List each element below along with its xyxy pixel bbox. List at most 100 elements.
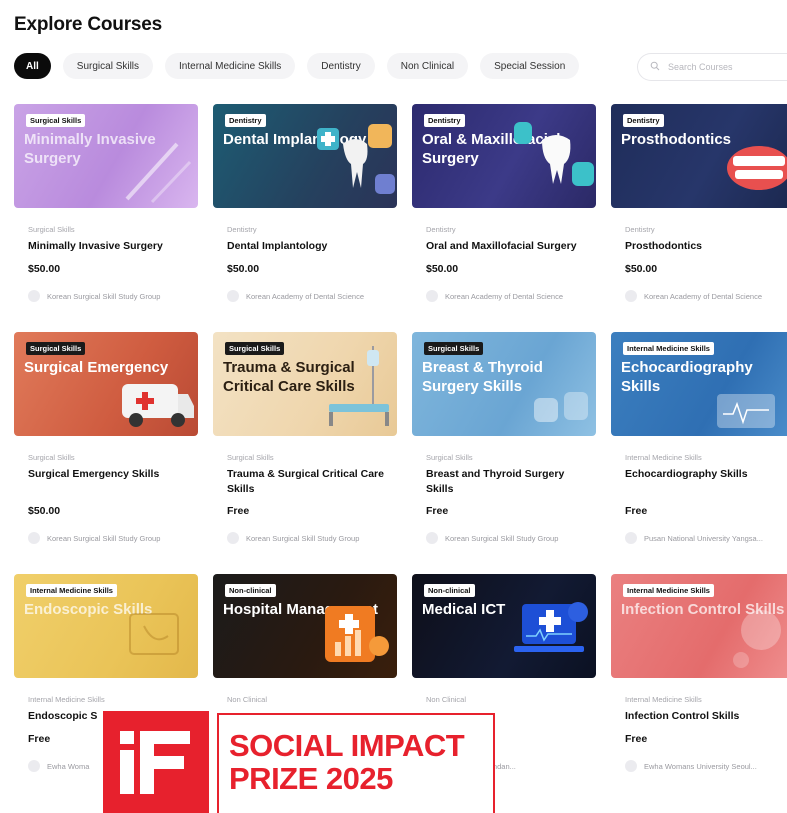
course-price: Free — [28, 733, 51, 745]
course-instructor: Korean Academy of Dental Science — [426, 290, 563, 302]
course-title: Breast and Thyroid Surgery Skills — [426, 468, 565, 495]
course-tag: Internal Medicine Skills — [623, 584, 714, 597]
filter-chip-special-session[interactable]: Special Session — [480, 53, 580, 79]
avatar — [227, 532, 239, 544]
course-title: Trauma & Surgical Critical Care Skills — [227, 468, 384, 495]
course-tag: Dentistry — [623, 114, 664, 127]
course-card[interactable]: Internal Medicine Skills Infection Contr… — [611, 574, 787, 774]
if-logo — [103, 711, 209, 813]
course-thumbnail: Surgical Skills Minimally Invasive Surge… — [14, 104, 198, 208]
dental-implant-icon — [317, 124, 395, 194]
course-price: Free — [625, 733, 648, 745]
course-tag: Internal Medicine Skills — [26, 584, 117, 597]
filter-chip-dentistry[interactable]: Dentistry — [307, 53, 375, 79]
virus-icon — [733, 610, 781, 668]
avatar — [426, 290, 438, 302]
instructor-name: Pusan National University Yangsa... — [644, 533, 763, 543]
course-card[interactable]: Surgical Skills Breast & Thyroid Surgery… — [412, 332, 596, 564]
course-title: Echocardiography Skills — [625, 468, 748, 480]
course-category: Internal Medicine Skills — [625, 453, 702, 462]
course-card[interactable]: Surgical Skills Surgical Emergency Surgi… — [14, 332, 198, 564]
course-thumbnail: Non-clinical Hospital Management — [213, 574, 397, 678]
ambulance-icon — [122, 384, 194, 427]
avatar — [28, 290, 40, 302]
course-card[interactable]: Dentistry Oral & Maxillofacial Surgery D… — [412, 104, 596, 322]
course-price: $50.00 — [625, 263, 658, 275]
instructor-name: Korean Academy of Dental Science — [445, 291, 563, 301]
course-tag: Dentistry — [225, 114, 266, 127]
course-tag: Surgical Skills — [225, 342, 285, 355]
course-price: Free — [227, 505, 250, 517]
course-price: $50.00 — [28, 505, 61, 517]
course-thumbnail: Surgical Skills Surgical Emergency — [14, 332, 198, 436]
course-price: Free — [625, 505, 648, 517]
page-title: Explore Courses — [14, 14, 162, 35]
course-title: Dental Implantology — [227, 240, 328, 252]
course-title: Prosthodontics — [625, 240, 703, 252]
laptop-medical-icon — [514, 602, 588, 652]
course-thumbnail: Dentistry Prosthodontics — [611, 104, 787, 208]
course-category: Dentistry — [227, 225, 257, 234]
filter-chip-internal-medicine-skills[interactable]: Internal Medicine Skills — [165, 53, 296, 79]
search-icon — [650, 58, 660, 76]
course-card[interactable]: Surgical Skills Trauma & Surgical Critic… — [213, 332, 397, 564]
course-tag: Surgical Skills — [26, 114, 86, 127]
course-thumbnail: Dentistry Dental Implantology — [213, 104, 397, 208]
search-box[interactable] — [637, 53, 787, 81]
filter-chip-non-clinical[interactable]: Non Clinical — [386, 53, 469, 79]
award-badge: SOCIAL IMPACT PRIZE 2025 — [103, 711, 495, 813]
instructor-name: Korean Surgical Skill Study Group — [47, 533, 161, 543]
course-banner-title: Surgical Emergency — [24, 359, 169, 376]
instructor-name: Ewha Womans University Seoul... — [644, 761, 757, 771]
ultrasound-monitor-icon — [717, 394, 775, 428]
instructor-name: Korean Surgical Skill Study Group — [445, 533, 559, 543]
course-category: Surgical Skills — [227, 453, 274, 462]
course-instructor: Korean Surgical Skill Study Group — [28, 290, 160, 302]
filter-chip-all[interactable]: All — [14, 53, 51, 79]
course-category: Non Clinical — [426, 695, 467, 704]
course-thumbnail: Surgical Skills Trauma & Surgical Critic… — [213, 332, 397, 436]
course-category: Dentistry — [426, 225, 456, 234]
hospital-bed-icon — [329, 346, 389, 426]
course-card[interactable]: Dentistry Dental Implantology Dentistry … — [213, 104, 397, 322]
award-title-line-1: SOCIAL IMPACT — [229, 728, 465, 763]
course-thumbnail: Non-clinical Medical ICT — [412, 574, 596, 678]
course-title: Minimally Invasive Surgery — [28, 240, 163, 252]
course-tag: Internal Medicine Skills — [623, 342, 714, 355]
instructor-name: Korean Surgical Skill Study Group — [246, 533, 360, 543]
course-card[interactable]: Surgical Skills Minimally Invasive Surge… — [14, 104, 198, 322]
course-category: Non Clinical — [227, 695, 268, 704]
course-tag: Surgical Skills — [26, 342, 86, 355]
hospital-building-icon — [325, 606, 389, 662]
search-input[interactable] — [668, 62, 768, 72]
award-title-line-2: PRIZE 2025 — [229, 761, 393, 796]
award-title-box: SOCIAL IMPACT PRIZE 2025 — [217, 713, 495, 813]
course-category: Internal Medicine Skills — [28, 695, 105, 704]
course-card[interactable]: Internal Medicine Skills Echocardiograph… — [611, 332, 787, 564]
dentures-icon — [727, 146, 787, 190]
course-instructor: Ewha Woma — [28, 760, 89, 772]
course-instructor: Korean Academy of Dental Science — [227, 290, 364, 302]
filter-chip-surgical-skills[interactable]: Surgical Skills — [62, 53, 154, 79]
course-thumbnail: Surgical Skills Breast & Thyroid Surgery… — [412, 332, 596, 436]
course-price: $50.00 — [426, 263, 459, 275]
instructor-name: Korean Academy of Dental Science — [644, 291, 762, 301]
course-price: $50.00 — [227, 263, 260, 275]
avatar — [625, 290, 637, 302]
course-instructor: Ewha Womans University Seoul... — [625, 760, 757, 772]
instructor-name: Ewha Woma — [47, 761, 90, 771]
course-thumbnail: Internal Medicine Skills Echocardiograph… — [611, 332, 787, 436]
course-thumbnail: Dentistry Oral & Maxillofacial Surgery — [412, 104, 596, 208]
avatar — [28, 532, 40, 544]
course-card[interactable]: Dentistry Prosthodontics Dentistry Prost… — [611, 104, 787, 322]
category-filter-bar: All Surgical Skills Internal Medicine Sk… — [14, 53, 580, 79]
award-title: SOCIAL IMPACT PRIZE 2025 — [229, 728, 465, 796]
course-tag: Non-clinical — [225, 584, 276, 597]
course-category: Surgical Skills — [28, 453, 75, 462]
course-tag: Surgical Skills — [424, 342, 484, 355]
course-instructor: Korean Surgical Skill Study Group — [227, 532, 359, 544]
tooth-icon — [514, 122, 594, 186]
avatar — [28, 760, 40, 772]
avatar — [426, 532, 438, 544]
course-instructor: Korean Surgical Skill Study Group — [28, 532, 160, 544]
